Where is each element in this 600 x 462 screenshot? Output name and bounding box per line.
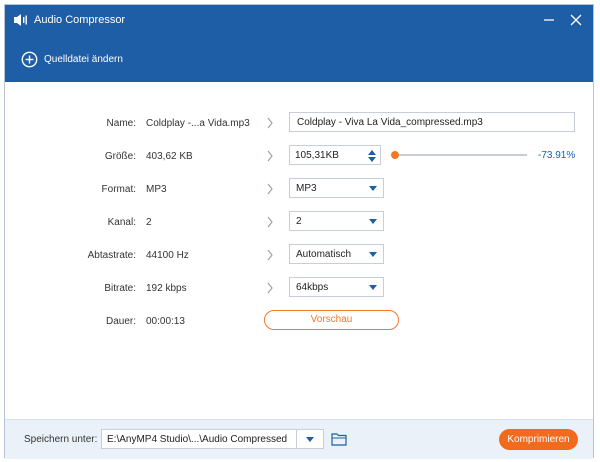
format-row: Format: MP3 MP3 [5,178,593,202]
size-value: 105,31KB [295,150,339,161]
settings-panel: Name: Coldplay -...a Vida.mp3 Größe: 403… [5,82,593,419]
speaker-icon [14,14,27,26]
format-selected: MP3 [296,183,317,194]
preview-button[interactable]: Vorschau [264,310,399,330]
size-slider[interactable] [391,151,527,159]
toolbar: Quelldatei ändern [5,36,593,82]
bitrate-select[interactable]: 64kbps [289,277,384,297]
plus-circle-icon [21,51,38,67]
channel-row: Kanal: 2 2 [5,211,593,235]
app-window: Audio Compressor Quelldatei ändern Name:… [4,4,594,459]
caret-down-icon [306,437,314,442]
close-icon[interactable] [567,11,585,29]
duration-row: Dauer: 00:00:13 Vorschau [5,310,593,334]
output-path-field[interactable]: E:\AnyMP4 Studio\...\Audio Compressed [101,429,324,449]
path-dropdown-button[interactable] [296,430,323,448]
samplerate-row: Abtastrate: 44100 Hz Automatisch [5,244,593,268]
chevron-right-icon [267,183,273,195]
window-title: Audio Compressor [34,14,126,26]
folder-icon[interactable] [331,432,347,446]
caret-down-icon[interactable] [368,157,376,163]
chevron-right-icon [267,216,273,228]
bitrate-row: Bitrate: 192 kbps 64kbps [5,277,593,301]
caret-up-icon[interactable] [368,149,376,155]
output-name-input[interactable] [289,112,575,132]
footer-bar: Speichern unter: E:\AnyMP4 Studio\...\Au… [5,419,593,459]
bitrate-label: Bitrate: [104,283,136,294]
format-original: MP3 [146,184,167,195]
name-original: Coldplay -...a Vida.mp3 [146,118,250,129]
duration-label: Dauer: [105,316,136,327]
caret-down-icon [369,219,377,224]
caret-down-icon [369,252,377,257]
minimize-icon[interactable] [540,11,558,29]
output-path-value: E:\AnyMP4 Studio\...\Audio Compressed [107,434,288,445]
bitrate-original: 192 kbps [146,283,187,294]
name-label: Name: [106,118,136,129]
format-select[interactable]: MP3 [289,178,384,198]
save-to-label: Speichern unter: [24,434,98,445]
channel-select[interactable]: 2 [289,211,384,231]
change-source-label: Quelldatei ändern [44,53,123,65]
channel-label: Kanal: [107,217,136,228]
bitrate-selected: 64kbps [296,282,329,293]
caret-down-icon [369,285,377,290]
chevron-right-icon [267,150,273,162]
channel-selected: 2 [296,216,302,227]
channel-original: 2 [146,217,152,228]
size-row: Größe: 403,62 KB 105,31KB -73.91% [5,145,593,169]
duration-original: 00:00:13 [146,316,185,327]
size-percent: -73.91% [538,150,576,161]
size-original: 403,62 KB [146,151,193,162]
title-bar: Audio Compressor [5,5,593,36]
format-label: Format: [101,184,136,195]
chevron-right-icon [267,249,273,261]
change-source-button[interactable]: Quelldatei ändern [21,48,123,70]
caret-down-icon [369,186,377,191]
samplerate-label: Abtastrate: [87,250,136,261]
compress-button[interactable]: Komprimieren [499,429,578,450]
chevron-right-icon [267,282,273,294]
size-slider-knob[interactable] [391,151,399,159]
size-stepper[interactable]: 105,31KB [289,145,381,165]
size-label: Größe: [104,151,136,162]
samplerate-selected: Automatisch [296,249,352,260]
name-row: Name: Coldplay -...a Vida.mp3 [5,112,593,136]
samplerate-original: 44100 Hz [146,250,189,261]
chevron-right-icon [267,117,273,129]
samplerate-select[interactable]: Automatisch [289,244,384,264]
